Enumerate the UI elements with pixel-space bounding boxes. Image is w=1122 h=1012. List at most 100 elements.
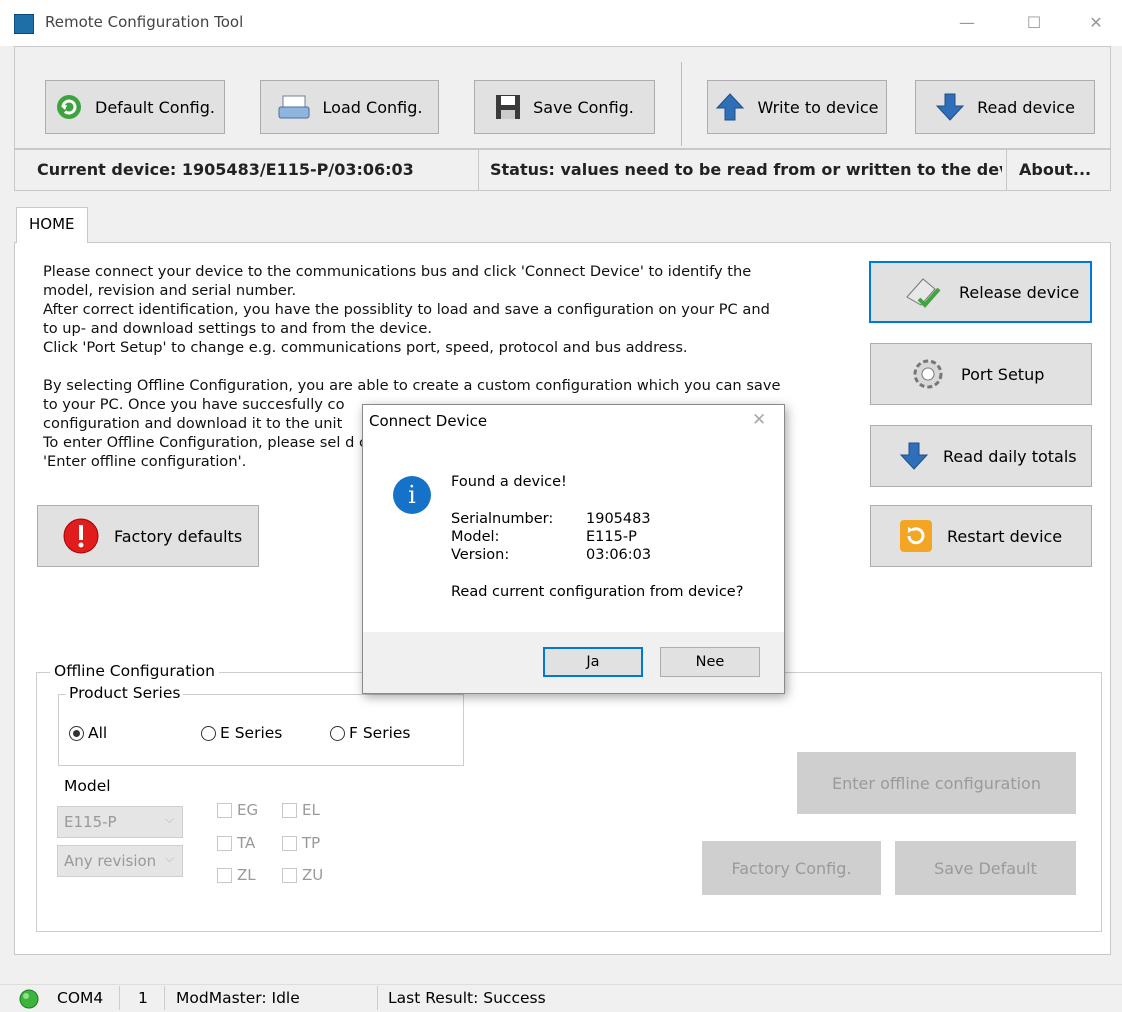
current-device-text: Current device: 1905483/E115-P/03:06:03 xyxy=(37,160,414,179)
floppy-disk-icon xyxy=(496,95,521,119)
info-separator xyxy=(478,150,479,190)
checkbox-box xyxy=(282,867,297,883)
info-separator xyxy=(1006,150,1007,190)
write-to-device-label: Write to device xyxy=(757,97,879,117)
checkbox-eg[interactable]: EG xyxy=(217,801,258,819)
checkbox-eg-label: EG xyxy=(237,801,259,819)
radio-e-series-label: E Series xyxy=(220,724,283,742)
checkbox-zl-label: ZL xyxy=(237,866,256,884)
version-label: Version: xyxy=(451,547,510,563)
radio-f-series[interactable]: F Series xyxy=(330,724,411,742)
factory-defaults-label: Factory defaults xyxy=(114,526,243,546)
status-separator xyxy=(119,986,120,1010)
version-value: 03:06:03 xyxy=(586,547,652,563)
checkbox-box xyxy=(282,835,297,851)
read-daily-totals-button[interactable]: Read daily totals xyxy=(870,425,1092,487)
connection-led-icon xyxy=(19,989,39,1009)
revision-select-value: Any revision xyxy=(64,852,157,870)
eraser-check-icon xyxy=(906,278,941,308)
write-to-device-button[interactable]: Write to device xyxy=(707,80,887,134)
close-button[interactable]: ✕ xyxy=(1084,12,1108,34)
status-address: 1 xyxy=(138,989,148,1007)
checkbox-el[interactable]: EL xyxy=(282,801,320,819)
restart-device-button[interactable]: Restart device xyxy=(870,505,1092,567)
factory-defaults-button[interactable]: Factory defaults xyxy=(37,505,259,567)
info-icon: i xyxy=(393,476,431,514)
save-config-button[interactable]: Save Config. xyxy=(474,80,655,134)
dialog-title: Connect Device xyxy=(369,412,488,430)
status-separator xyxy=(377,986,378,1010)
default-config-label: Default Config. xyxy=(95,97,215,117)
radio-dot xyxy=(330,725,345,741)
app-icon xyxy=(14,14,34,34)
minimize-button[interactable]: — xyxy=(955,12,979,34)
restart-device-label: Restart device xyxy=(947,526,1063,546)
offline-configuration-title: Offline Configuration xyxy=(50,662,219,680)
checkbox-box xyxy=(282,802,297,818)
product-series-title: Product Series xyxy=(66,684,184,702)
checkbox-tp-label: TP xyxy=(302,834,321,852)
model-select[interactable]: E115-P ⌵ xyxy=(57,806,183,838)
radio-dot xyxy=(69,725,84,741)
checkbox-box xyxy=(217,835,232,851)
default-config-button[interactable]: Default Config. xyxy=(45,80,225,134)
model-select-value: E115-P xyxy=(64,813,117,831)
dialog-question: Read current configuration from device? xyxy=(451,584,744,600)
restart-icon xyxy=(900,520,932,552)
maximize-button[interactable]: ☐ xyxy=(1022,12,1046,34)
serial-label: Serialnumber: xyxy=(451,511,554,527)
status-port: COM4 xyxy=(57,989,104,1007)
save-default-button[interactable]: Save Default xyxy=(895,841,1076,895)
radio-e-series[interactable]: E Series xyxy=(201,724,282,742)
chevron-down-icon: ⌵ xyxy=(164,812,174,826)
radio-all[interactable]: All xyxy=(69,724,107,742)
checkbox-tp[interactable]: TP xyxy=(282,834,320,852)
model-value-dialog: E115-P xyxy=(586,529,637,545)
port-setup-label: Port Setup xyxy=(961,364,1045,384)
status-separator xyxy=(164,986,165,1010)
revision-select[interactable]: Any revision ⌵ xyxy=(57,845,183,877)
port-setup-button[interactable]: Port Setup xyxy=(870,343,1092,405)
arrow-down-icon xyxy=(935,93,965,121)
status-last-result: Last Result: Success xyxy=(388,989,546,1007)
about-link[interactable]: About... xyxy=(1019,160,1091,179)
read-device-label: Read device xyxy=(977,97,1075,117)
load-icon xyxy=(278,95,310,119)
model-label: Model xyxy=(64,777,111,795)
yes-button[interactable]: Ja xyxy=(543,647,643,677)
dialog-heading: Found a device! xyxy=(451,474,567,490)
factory-config-button[interactable]: Factory Config. xyxy=(702,841,881,895)
status-bar xyxy=(0,984,1122,1012)
gear-icon xyxy=(913,359,943,389)
status-text: Status: values need to be read from or w… xyxy=(490,160,1002,179)
read-device-button[interactable]: Read device xyxy=(915,80,1095,134)
toolbar-separator xyxy=(681,62,682,146)
checkbox-box xyxy=(217,867,232,883)
release-device-label: Release device xyxy=(959,282,1080,302)
chevron-down-icon: ⌵ xyxy=(164,851,174,865)
checkbox-ta[interactable]: TA xyxy=(217,834,255,852)
load-config-button[interactable]: Load Config. xyxy=(260,80,439,134)
no-button[interactable]: Nee xyxy=(660,647,760,677)
radio-f-series-label: F Series xyxy=(349,724,411,742)
checkbox-box xyxy=(217,802,232,818)
refresh-icon xyxy=(57,95,82,119)
release-device-button[interactable]: Release device xyxy=(869,261,1092,323)
arrow-up-icon xyxy=(716,93,745,121)
dialog-close-icon[interactable]: ✕ xyxy=(752,410,766,430)
serial-value: 1905483 xyxy=(586,511,651,527)
radio-all-label: All xyxy=(88,724,108,742)
enter-offline-configuration-button[interactable]: Enter offline configuration xyxy=(797,752,1076,814)
tab-home[interactable]: HOME xyxy=(16,207,88,243)
load-config-label: Load Config. xyxy=(322,97,423,117)
checkbox-el-label: EL xyxy=(302,801,320,819)
warning-icon xyxy=(63,518,99,554)
model-label-dialog: Model: xyxy=(451,529,500,545)
save-config-label: Save Config. xyxy=(533,97,634,117)
checkbox-zu[interactable]: ZU xyxy=(282,866,323,884)
checkbox-zl[interactable]: ZL xyxy=(217,866,256,884)
window-title: Remote Configuration Tool xyxy=(45,13,244,31)
status-modmaster: ModMaster: Idle xyxy=(176,989,300,1007)
read-daily-totals-label: Read daily totals xyxy=(943,446,1077,466)
checkbox-zu-label: ZU xyxy=(302,866,324,884)
